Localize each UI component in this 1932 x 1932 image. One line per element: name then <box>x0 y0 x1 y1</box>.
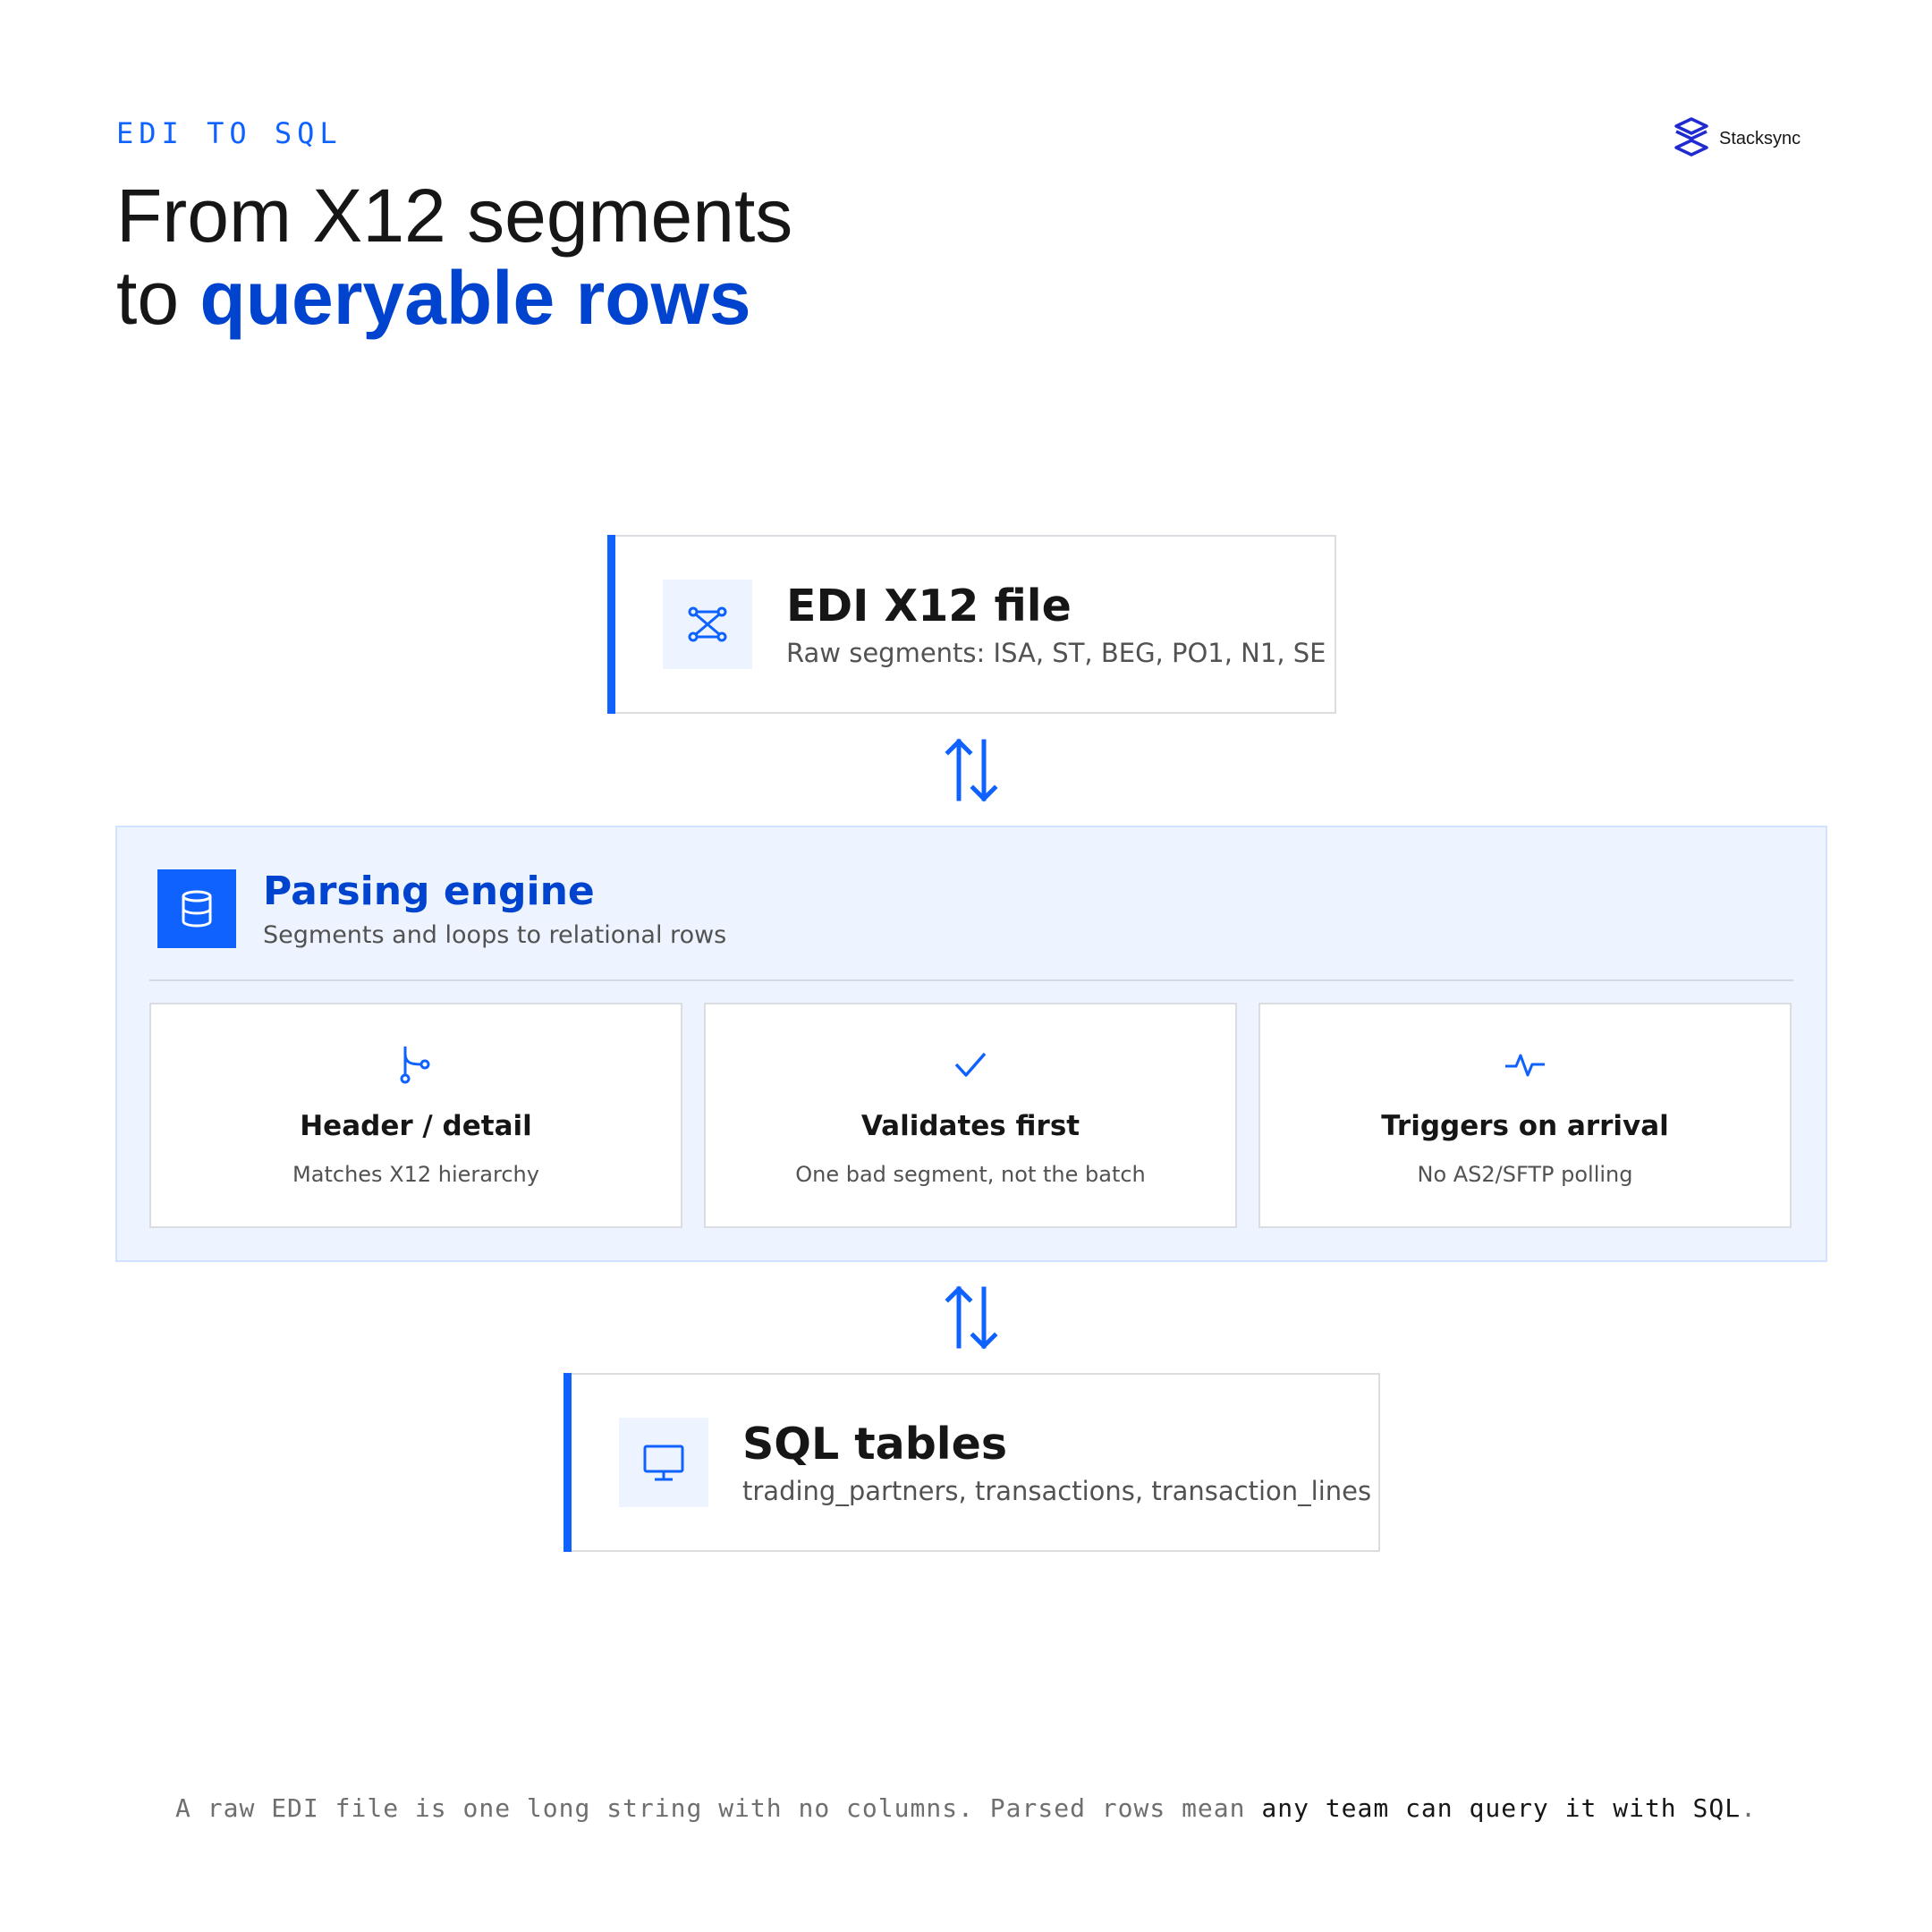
feature-card-header-detail: Header / detail Matches X12 hierarchy <box>149 1003 682 1228</box>
feature-title: Triggers on arrival <box>1381 1110 1669 1142</box>
footer-text: A raw EDI file is one long string with n… <box>175 1793 1262 1823</box>
title-line-2-prefix: to <box>116 256 200 340</box>
title-line-1: From X12 segments <box>116 174 793 258</box>
sql-tables-title: SQL tables <box>742 1419 1007 1470</box>
edi-file-card: EDI X12 file Raw segments: ISA, ST, BEG,… <box>607 535 1336 714</box>
feature-subtitle: No AS2/SFTP polling <box>1417 1162 1633 1187</box>
activity-pulse-icon <box>1260 1045 1790 1084</box>
footer-note: A raw EDI file is one long string with n… <box>0 1793 1932 1823</box>
bidirectional-arrow-icon <box>945 1285 998 1350</box>
eyebrow-label: EDI TO SQL <box>116 116 343 150</box>
brand-logo: Stacksync <box>1673 117 1801 160</box>
feature-subtitle: Matches X12 hierarchy <box>292 1162 539 1187</box>
feature-title: Validates first <box>860 1110 1080 1142</box>
feature-subtitle: One bad segment, not the batch <box>795 1162 1146 1187</box>
feature-title: Header / detail <box>300 1110 532 1142</box>
card-accent-bar <box>607 535 615 714</box>
checkmark-icon <box>706 1045 1235 1084</box>
connection-network-icon <box>663 580 752 669</box>
database-icon <box>157 869 236 948</box>
bidirectional-arrow-icon <box>945 738 998 802</box>
parsing-engine-panel: Parsing engine Segments and loops to rel… <box>115 826 1827 1262</box>
parsing-engine-title: Parsing engine <box>263 869 595 914</box>
stacksync-logo-icon <box>1673 117 1710 160</box>
panel-divider <box>149 979 1793 981</box>
page-title: From X12 segments to queryable rows <box>116 174 1190 339</box>
card-accent-bar <box>564 1373 572 1552</box>
feature-card-validates-first: Validates first One bad segment, not the… <box>704 1003 1237 1228</box>
title-highlight: queryable rows <box>199 256 751 340</box>
footer-emphasis: any team can query it with SQL <box>1261 1793 1741 1823</box>
brand-name: Stacksync <box>1719 128 1801 148</box>
sql-tables-subtitle: trading_partners, transactions, transact… <box>742 1476 1372 1506</box>
edi-file-title: EDI X12 file <box>786 580 1072 631</box>
branch-icon <box>151 1045 681 1084</box>
footer-end: . <box>1741 1793 1757 1823</box>
edi-file-subtitle: Raw segments: ISA, ST, BEG, PO1, N1, SE <box>786 638 1326 668</box>
feature-card-triggers-on-arrival: Triggers on arrival No AS2/SFTP polling <box>1258 1003 1792 1228</box>
sql-tables-card: SQL tables trading_partners, transaction… <box>564 1373 1380 1552</box>
parsing-engine-subtitle: Segments and loops to relational rows <box>263 921 727 949</box>
monitor-icon <box>619 1418 708 1507</box>
